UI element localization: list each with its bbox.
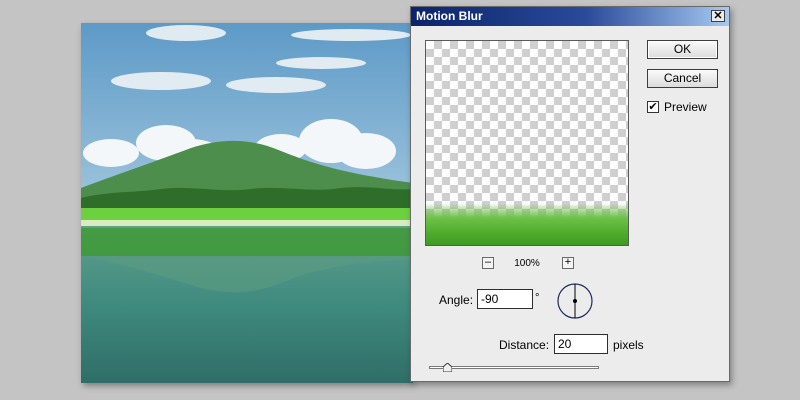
- distance-slider-track[interactable]: [429, 366, 599, 369]
- motion-blur-dialog: Motion Blur ✕ – 100% + OK Cancel ✔ Previ…: [410, 6, 730, 382]
- document-canvas[interactable]: [81, 23, 413, 383]
- angle-dial-icon[interactable]: [556, 282, 594, 320]
- cancel-button[interactable]: Cancel: [647, 69, 718, 88]
- slider-thumb-icon[interactable]: [443, 363, 452, 372]
- ok-button[interactable]: OK: [647, 40, 718, 59]
- dialog-title: Motion Blur: [416, 9, 483, 23]
- preview-image: [426, 203, 628, 245]
- degree-unit: °: [535, 292, 540, 304]
- close-button[interactable]: ✕: [711, 10, 725, 22]
- close-icon: ✕: [713, 10, 723, 22]
- angle-label: Angle:: [439, 293, 474, 307]
- checkmark-icon: ✔: [648, 101, 658, 113]
- distance-label: Distance:: [499, 338, 550, 352]
- zoom-out-button[interactable]: –: [482, 257, 494, 269]
- distance-unit: pixels: [613, 338, 644, 352]
- landscape-image: [81, 23, 413, 383]
- distance-input[interactable]: [554, 334, 608, 354]
- preview-label[interactable]: Preview: [664, 100, 707, 114]
- dialog-titlebar[interactable]: Motion Blur ✕: [411, 7, 729, 26]
- angle-input[interactable]: [477, 289, 533, 309]
- zoom-in-button[interactable]: +: [562, 257, 574, 269]
- filter-preview[interactable]: [425, 40, 629, 246]
- zoom-level: 100%: [514, 258, 540, 269]
- preview-checkbox[interactable]: ✔: [647, 101, 659, 113]
